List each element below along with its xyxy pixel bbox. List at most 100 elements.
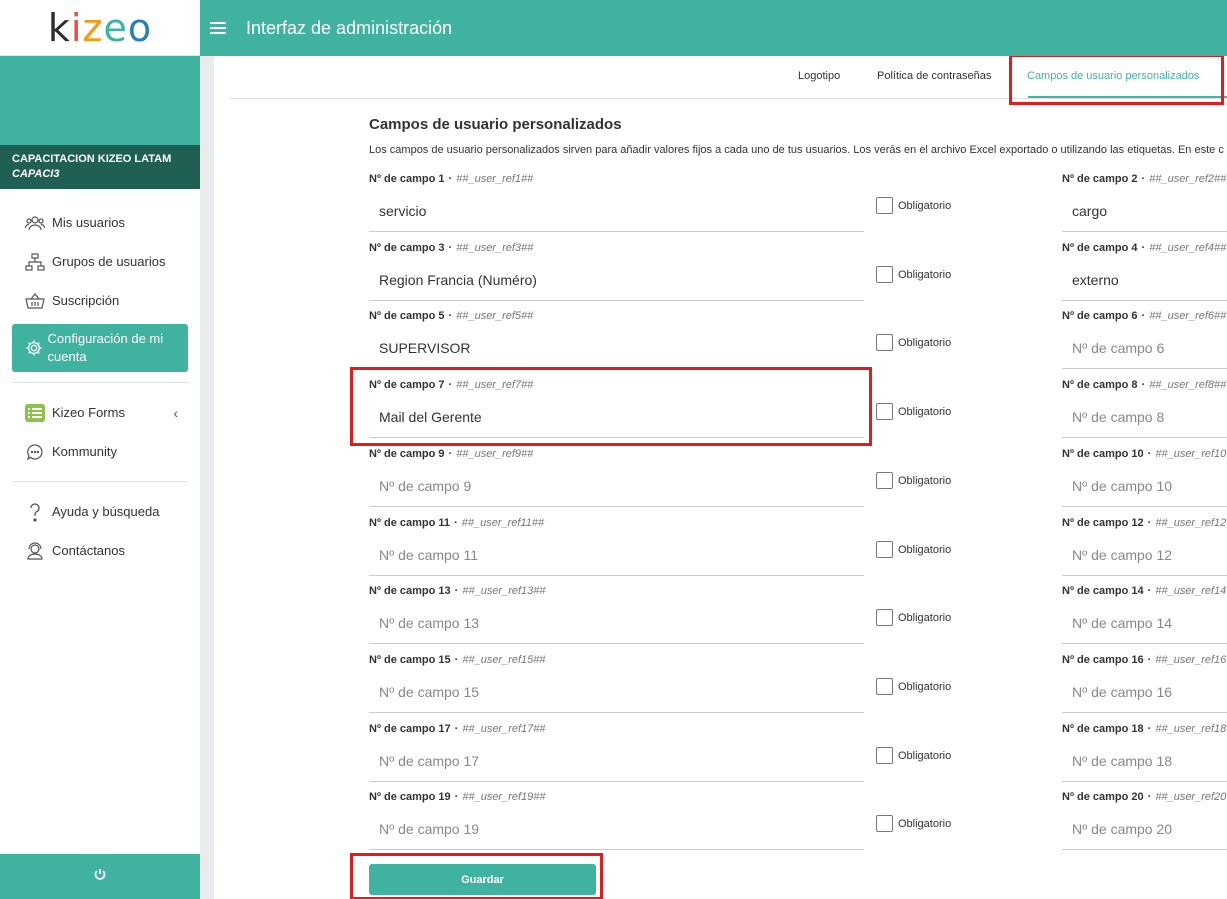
field-label: Nº de campo 13 · ##_user_ref13## [369,585,864,597]
save-button[interactable]: Guardar [369,864,596,895]
field-ref-tag: ##_user_ref15## [462,654,546,666]
checkbox-box[interactable] [876,197,893,214]
field-input[interactable]: Nº de campo 15 [369,674,864,713]
field-label: Nº de campo 18 · ##_user_ref18 [1062,723,1227,735]
separator-dot: · [454,791,459,803]
checkbox-label: Obligatorio [898,268,952,281]
checkbox-box[interactable] [876,609,893,626]
field-label: Nº de campo 3 · ##_user_ref3## [369,242,864,254]
sidebar-item-label: Kommunity [52,444,118,459]
field-number-label: Nº de campo 20 [1062,791,1144,803]
checkbox-box[interactable] [876,541,893,558]
field-input[interactable]: Nº de campo 9 [369,468,864,507]
header-bar: Interfaz de administración [200,0,1227,56]
chat-icon [24,441,46,463]
section-description: Los campos de usuario personalizados sir… [369,144,1224,156]
sidebar-item-label: Kizeo Forms [52,405,125,420]
field-input[interactable]: Nº de campo 14 [1062,605,1227,644]
power-icon[interactable] [94,868,106,886]
required-checkbox[interactable]: Obligatorio [876,266,951,283]
field-input[interactable]: Nº de campo 19 [369,811,864,850]
field-ref-tag: ##_user_ref13## [462,585,546,597]
field-input[interactable]: Mail del Gerente [369,399,864,438]
field-input[interactable]: Region Francia (Numéro) [369,262,864,301]
checkbox-label: Obligatorio [898,199,952,212]
field-label: Nº de campo 17 · ##_user_ref17## [369,723,864,735]
chevron-left-icon[interactable]: ‹ [173,405,178,421]
users-icon [24,212,46,234]
sidebar-item-kommunity[interactable]: Kommunity [0,432,200,471]
sidebar-item-ayuda[interactable]: Ayuda y búsqueda [0,492,200,531]
field-label: Nº de campo 5 · ##_user_ref5## [369,310,864,322]
required-checkbox[interactable]: Obligatorio [876,541,951,558]
required-checkbox[interactable]: Obligatorio [876,197,951,214]
logo-area: kizeo [0,0,200,56]
custom-field: Nº de campo 9 · ##_user_ref9## Nº de campo … [369,448,864,508]
sidebar-item-contactanos[interactable]: Contáctanos [0,531,200,570]
custom-field: Nº de campo 4 · ##_user_ref4## externo [1062,242,1227,302]
sidebar-banner [0,56,200,145]
main-panel: Logotipo Política de contraseñas Campos … [214,56,1227,899]
kizeo-logo[interactable]: kizeo [48,9,152,47]
field-label: Nº de campo 16 · ##_user_ref16 [1062,654,1227,666]
checkbox-box[interactable] [876,266,893,283]
custom-field: Nº de campo 19 · ##_user_ref19## Nº de camp… [369,791,864,851]
field-input[interactable]: Nº de campo 13 [369,605,864,644]
required-checkbox[interactable]: Obligatorio [876,334,951,351]
field-input[interactable]: Nº de campo 20 [1062,811,1227,850]
checkbox-box[interactable] [876,472,893,489]
required-checkbox[interactable]: Obligatorio [876,678,951,695]
field-label: Nº de campo 1 · ##_user_ref1## [369,173,864,185]
required-checkbox[interactable]: Obligatorio [876,609,951,626]
hamburger-menu-icon[interactable] [210,19,226,37]
separator-dot: · [454,585,459,597]
checkbox-label: Obligatorio [898,611,952,624]
custom-field: Nº de campo 20 · ##_user_ref20 Nº de campo … [1062,791,1227,851]
sidebar-item-label: Configuración de mi cuenta [47,331,164,364]
sidebar-item-configuracion[interactable]: Configuración de mi cuenta [12,324,188,372]
field-number-label: Nº de campo 4 [1062,242,1138,254]
sidebar-item-grupos[interactable]: Grupos de usuarios [0,242,200,281]
field-number-label: Nº de campo 3 [369,242,445,254]
sidebar-item-kizeo-forms[interactable]: Kizeo Forms ‹ [0,393,200,432]
field-input[interactable]: externo [1062,262,1227,301]
field-input[interactable]: Nº de campo 12 [1062,537,1227,576]
field-ref-tag: ##_user_ref5## [456,310,534,322]
checkbox-label: Obligatorio [898,405,952,418]
field-input[interactable]: Nº de campo 11 [369,537,864,576]
field-number-label: Nº de campo 9 [369,448,445,460]
sidebar-item-mis-usuarios[interactable]: Mis usuarios [0,203,200,242]
required-checkbox[interactable]: Obligatorio [876,815,951,832]
field-input[interactable]: Nº de campo 18 [1062,743,1227,782]
checkbox-box[interactable] [876,334,893,351]
checkbox-box[interactable] [876,747,893,764]
field-input[interactable]: Nº de campo 16 [1062,674,1227,713]
field-input[interactable]: servicio [369,193,864,232]
required-checkbox[interactable]: Obligatorio [876,472,951,489]
checkbox-box[interactable] [876,678,893,695]
field-ref-tag: ##_user_ref18 [1155,723,1227,735]
tab-logotipo[interactable]: Logotipo [798,70,840,82]
field-number-label: Nº de campo 16 [1062,654,1144,666]
field-ref-tag: ##_user_ref9## [456,448,534,460]
field-input[interactable]: Nº de campo 6 [1062,330,1227,369]
logo-letter: k [47,5,71,50]
field-input[interactable]: Nº de campo 10 [1062,468,1227,507]
checkbox-box[interactable] [876,815,893,832]
separator-dot: · [1141,242,1146,254]
checkbox-box[interactable] [876,403,893,420]
required-checkbox[interactable]: Obligatorio [876,747,951,764]
tab-politica-contrasenas[interactable]: Política de contraseñas [877,70,991,82]
tab-campos-usuario[interactable]: Campos de usuario personalizados [1027,70,1199,82]
field-input[interactable]: SUPERVISOR [369,330,864,369]
field-input[interactable]: Nº de campo 8 [1062,399,1227,438]
field-input[interactable]: Nº de campo 17 [369,743,864,782]
sidebar-item-label: Grupos de usuarios [52,254,166,269]
field-label: Nº de campo 14 · ##_user_ref14 [1062,585,1227,597]
field-number-label: Nº de campo 11 [369,517,451,529]
sidebar-item-suscripcion[interactable]: Suscripción [0,281,200,320]
field-input[interactable]: cargo [1062,193,1227,232]
field-ref-tag: ##_user_ref6## [1149,310,1227,322]
required-checkbox[interactable]: Obligatorio [876,403,951,420]
custom-field: Nº de campo 1 · ##_user_ref1## servicio [369,173,864,233]
